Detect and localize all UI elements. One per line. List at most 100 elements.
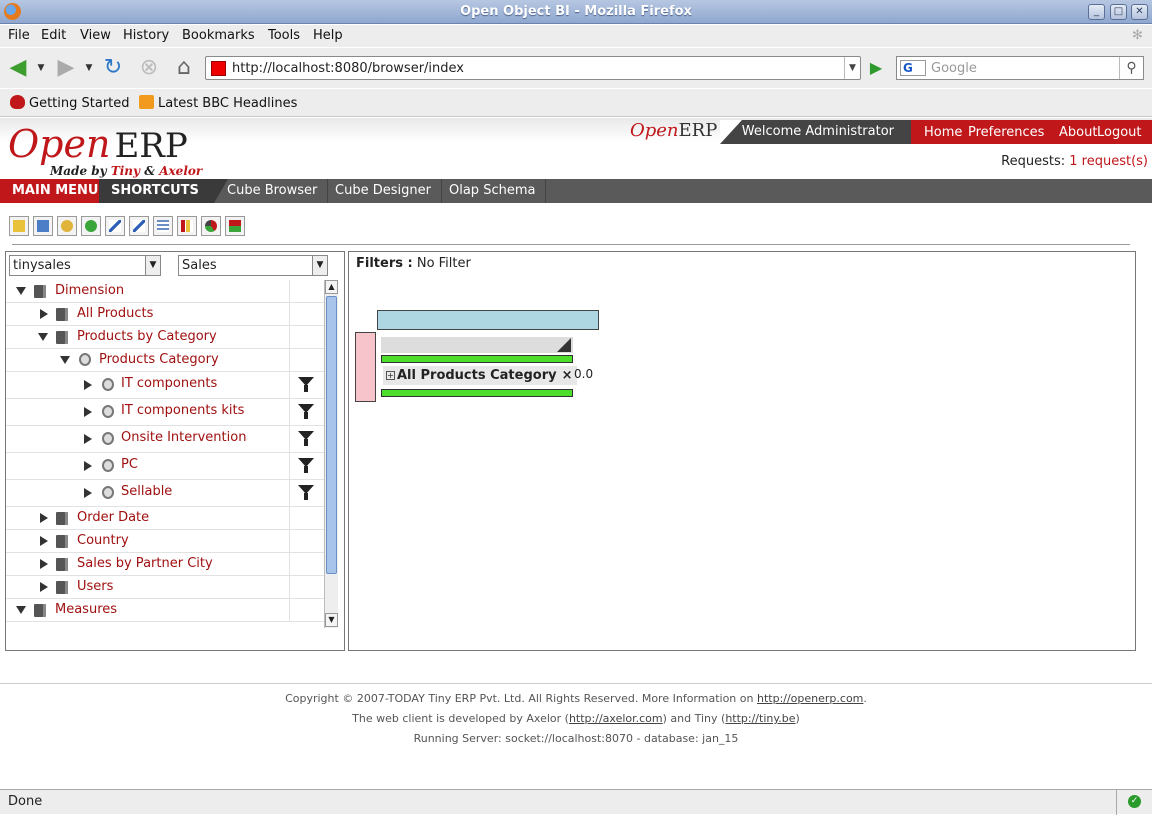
export-button[interactable]: [225, 216, 245, 236]
tree-node-it-components-kits[interactable]: IT components kits: [6, 399, 324, 426]
back-icon[interactable]: ◀: [6, 57, 30, 81]
expand-icon[interactable]: [84, 461, 92, 471]
new-query-button[interactable]: [9, 216, 29, 236]
tree-node-label[interactable]: IT components: [121, 376, 217, 391]
filter-icon[interactable]: [298, 485, 314, 501]
tree-node-order-date[interactable]: Order Date: [6, 507, 324, 530]
menu-help[interactable]: Help: [313, 28, 343, 43]
tree-node-label[interactable]: All Products: [77, 306, 153, 321]
tree-node-label[interactable]: IT components kits: [121, 403, 244, 418]
expand-icon[interactable]: [84, 488, 92, 498]
shortcuts-label[interactable]: SHORTCUTS: [99, 179, 228, 203]
search-engine-icon[interactable]: G: [900, 60, 926, 76]
go-icon[interactable]: ▶: [865, 58, 887, 78]
forward-history-dropdown-icon[interactable]: ▼: [82, 57, 96, 81]
openerp-link[interactable]: http://openerp.com: [757, 692, 863, 705]
menu-edit[interactable]: Edit: [41, 28, 66, 43]
openerp-logo[interactable]: Open ERP Made by Tiny & Axelor: [8, 122, 202, 178]
tiny-link[interactable]: http://tiny.be: [725, 712, 795, 725]
shortcut-olap-schema[interactable]: Olap Schema: [439, 179, 547, 203]
minimize-button[interactable]: _: [1088, 4, 1105, 20]
collapse-icon[interactable]: [16, 606, 26, 614]
resize-corner-icon[interactable]: [557, 338, 571, 352]
search-input[interactable]: G Google ⚲: [896, 56, 1144, 80]
column-axis-dropzone[interactable]: [377, 310, 599, 330]
save-query-button[interactable]: [33, 216, 53, 236]
tree-node-onsite-intervention[interactable]: Onsite Intervention: [6, 426, 324, 453]
expand-icon[interactable]: [84, 434, 92, 444]
filter-icon[interactable]: [298, 377, 314, 393]
menu-history[interactable]: History: [123, 28, 169, 43]
tree-node-label[interactable]: Products Category: [99, 352, 219, 367]
tree-node-label[interactable]: Onsite Intervention: [121, 430, 246, 445]
close-button[interactable]: ✕: [1131, 4, 1148, 20]
tree-node-label[interactable]: Products by Category: [77, 329, 217, 344]
filter-icon[interactable]: [298, 458, 314, 474]
tree-node-label[interactable]: Users: [77, 579, 113, 594]
dimension-chip[interactable]: + All Products Category ×: [383, 366, 577, 385]
collapse-icon[interactable]: [60, 356, 70, 364]
tree-node-label[interactable]: Sales by Partner City: [77, 556, 213, 571]
logout-link[interactable]: Logout: [1097, 125, 1142, 140]
expand-icon[interactable]: [40, 309, 48, 319]
drill-button[interactable]: [105, 216, 125, 236]
reload-icon[interactable]: ↻: [101, 57, 125, 81]
menu-view[interactable]: View: [80, 28, 111, 43]
green-dropzone-bottom[interactable]: [381, 389, 573, 397]
menu-bookmarks[interactable]: Bookmarks: [182, 28, 255, 43]
tree-node-pc[interactable]: PC: [6, 453, 324, 480]
expand-icon[interactable]: [84, 407, 92, 417]
forward-icon[interactable]: ▶: [54, 57, 78, 81]
tree-node-label[interactable]: Measures: [55, 602, 117, 617]
url-dropdown-icon[interactable]: ▼: [844, 57, 860, 79]
remove-chip-icon[interactable]: ×: [562, 368, 573, 383]
row-axis-dropzone[interactable]: [355, 332, 376, 402]
drill-through-button[interactable]: [129, 216, 149, 236]
menu-file[interactable]: File: [8, 28, 30, 43]
tree-node-sales-by-partner-city[interactable]: Sales by Partner City: [6, 553, 324, 576]
back-history-dropdown-icon[interactable]: ▼: [34, 57, 48, 81]
green-dropzone-top[interactable]: [381, 355, 573, 363]
pie-chart-button[interactable]: [201, 216, 221, 236]
redo-button[interactable]: [81, 216, 101, 236]
shortcut-cube-browser[interactable]: Cube Browser: [217, 179, 329, 203]
tree-node-users[interactable]: Users: [6, 576, 324, 599]
table-view-button[interactable]: [153, 216, 173, 236]
tree-node-all-products[interactable]: All Products: [6, 303, 324, 326]
tree-node-country[interactable]: Country: [6, 530, 324, 553]
tree-node-label[interactable]: Country: [77, 533, 129, 548]
search-icon[interactable]: ⚲: [1119, 57, 1143, 79]
about-link[interactable]: About: [1059, 125, 1097, 140]
tree-node-measures[interactable]: Measures: [6, 599, 324, 622]
main-menu-button[interactable]: MAIN MENU: [0, 179, 106, 203]
stop-icon[interactable]: ⊗: [137, 57, 161, 81]
scroll-up-icon[interactable]: ▲: [325, 280, 338, 294]
url-bar[interactable]: http://localhost:8080/browser/index ▼: [205, 56, 861, 80]
bookmark-bbc-headlines[interactable]: Latest BBC Headlines: [139, 95, 297, 111]
scroll-thumb[interactable]: [326, 296, 337, 574]
tree-node-label[interactable]: PC: [121, 457, 138, 472]
shortcut-cube-designer[interactable]: Cube Designer: [325, 179, 442, 203]
undo-button[interactable]: [57, 216, 77, 236]
cube-select[interactable]: Sales ▼: [178, 255, 328, 276]
collapse-icon[interactable]: [38, 333, 48, 341]
tree-node-label[interactable]: Order Date: [77, 510, 149, 525]
filter-icon[interactable]: [298, 431, 314, 447]
tree-node-products-by-category[interactable]: Products by Category: [6, 326, 324, 349]
filter-icon[interactable]: [298, 404, 314, 420]
expand-icon[interactable]: [40, 513, 48, 523]
tree-node-products-category[interactable]: Products Category: [6, 349, 324, 372]
expand-icon[interactable]: [40, 582, 48, 592]
bookmark-getting-started[interactable]: Getting Started: [10, 95, 130, 111]
menu-tools[interactable]: Tools: [268, 28, 300, 43]
maximize-button[interactable]: □: [1110, 4, 1127, 20]
axelor-link[interactable]: http://axelor.com: [569, 712, 663, 725]
scroll-down-icon[interactable]: ▼: [325, 613, 338, 627]
expand-icon[interactable]: [40, 559, 48, 569]
home-icon[interactable]: ⌂: [172, 57, 196, 81]
tree-node-sellable[interactable]: Sellable: [6, 480, 324, 507]
tree-node-it-components[interactable]: IT components: [6, 372, 324, 399]
expand-icon[interactable]: [40, 536, 48, 546]
tree-node-label[interactable]: Sellable: [121, 484, 172, 499]
tree-node-label[interactable]: Dimension: [55, 283, 124, 298]
